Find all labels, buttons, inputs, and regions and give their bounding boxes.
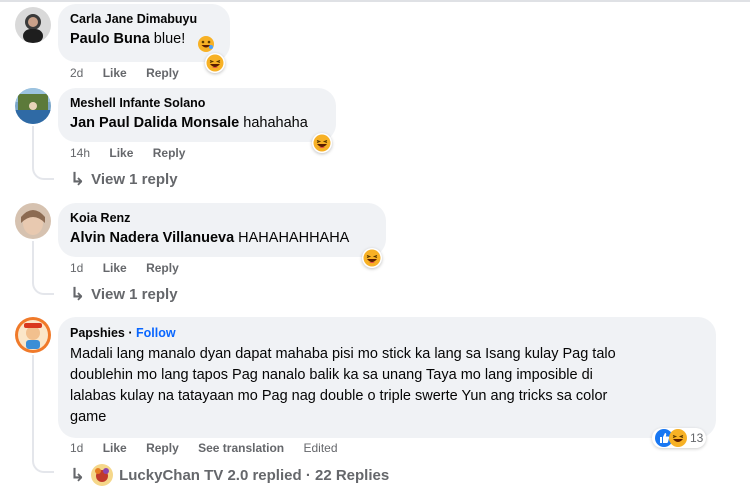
mention-link[interactable]: Alvin Nadera Villanueva bbox=[70, 230, 234, 246]
comment-bubble: Carla Jane Dimabuyu Paulo Buna blue! bbox=[58, 4, 230, 62]
comment-bubble: Meshell Infante Solano Jan Paul Dalida M… bbox=[58, 88, 336, 142]
thread-connector bbox=[32, 166, 54, 180]
view-replies-button[interactable]: ↳ LuckyChan TV 2.0 replied · 22 Replies bbox=[70, 464, 389, 486]
edited-label: Edited bbox=[303, 441, 338, 455]
comment-text-line: doublehin mo lang tapos Pag nanalo balik… bbox=[70, 367, 593, 383]
thread-line bbox=[32, 355, 34, 459]
author-row: Papshies · Follow bbox=[70, 326, 176, 340]
avatar[interactable] bbox=[15, 88, 51, 124]
comment-text-line: Madali lang manalo dyan dapat mahaba pis… bbox=[70, 346, 616, 362]
comment-bubble: Papshies · Follow Madali lang manalo dya… bbox=[58, 317, 716, 438]
comment-text: Paulo Buna blue! bbox=[70, 31, 186, 47]
comment-text: Alvin Nadera Villanueva HAHAHAHHAHA bbox=[70, 230, 350, 246]
comment-author[interactable]: Koia Renz bbox=[70, 210, 374, 226]
view-replies-label: LuckyChan TV 2.0 replied · 22 Replies bbox=[119, 466, 390, 484]
haha-emoji-icon[interactable] bbox=[205, 53, 225, 73]
see-translation-button[interactable]: See translation bbox=[198, 441, 284, 455]
reply-button[interactable]: Reply bbox=[153, 146, 186, 160]
comment-bubble: Koia Renz Alvin Nadera Villanueva HAHAHA… bbox=[58, 203, 386, 257]
mention-link[interactable]: Paulo Buna bbox=[70, 31, 150, 47]
haha-emoji-icon[interactable] bbox=[362, 248, 382, 268]
view-replies-label: View 1 reply bbox=[91, 170, 178, 188]
reply-arrow-icon: ↳ bbox=[70, 465, 86, 485]
thread-connector bbox=[32, 281, 54, 295]
reply-arrow-icon: ↳ bbox=[70, 169, 86, 189]
inline-emoji-icon bbox=[197, 35, 215, 53]
comment-text: Jan Paul Dalida Monsale hahahaha bbox=[70, 115, 308, 131]
comment-meta: 1d Like Reply bbox=[70, 260, 195, 276]
timestamp[interactable]: 14h bbox=[70, 146, 90, 160]
like-button[interactable]: Like bbox=[103, 66, 127, 80]
replier-avatar bbox=[91, 464, 114, 486]
like-button[interactable]: Like bbox=[103, 441, 127, 455]
timestamp[interactable]: 2d bbox=[70, 66, 83, 80]
like-button[interactable]: Like bbox=[103, 261, 127, 275]
avatar[interactable] bbox=[15, 7, 51, 43]
comment-author[interactable]: Carla Jane Dimabuyu bbox=[70, 11, 218, 27]
reply-button[interactable]: Reply bbox=[146, 441, 179, 455]
comment-author[interactable]: Meshell Infante Solano bbox=[70, 95, 324, 111]
thread-connector bbox=[32, 459, 54, 473]
thread-line bbox=[32, 126, 34, 166]
reply-arrow-icon: ↳ bbox=[70, 284, 86, 304]
avatar[interactable] bbox=[15, 203, 51, 239]
reply-button[interactable]: Reply bbox=[146, 261, 179, 275]
follow-button[interactable]: Follow bbox=[136, 326, 176, 340]
comment-text-line: game bbox=[70, 409, 107, 425]
reaction-count: 13 bbox=[690, 431, 704, 445]
mention-link[interactable]: Jan Paul Dalida Monsale bbox=[70, 115, 239, 131]
timestamp[interactable]: 1d bbox=[70, 441, 83, 455]
reply-button[interactable]: Reply bbox=[146, 66, 179, 80]
comment-meta: 1d Like Reply See translation Edited bbox=[70, 440, 354, 456]
reactions-summary[interactable]: 13 bbox=[652, 428, 707, 448]
comment-meta: 14h Like Reply bbox=[70, 145, 201, 161]
timestamp[interactable]: 1d bbox=[70, 261, 83, 275]
view-replies-button[interactable]: ↳ View 1 reply bbox=[70, 170, 178, 188]
comment-meta: 2d Like Reply bbox=[70, 65, 195, 81]
top-divider bbox=[0, 0, 750, 2]
avatar[interactable] bbox=[15, 317, 51, 353]
comment-text-line: lalabas kulay na tatayaan mo Pag nag dou… bbox=[70, 388, 608, 404]
view-replies-button[interactable]: ↳ View 1 reply bbox=[70, 285, 178, 303]
like-button[interactable]: Like bbox=[109, 146, 133, 160]
thread-line bbox=[32, 241, 34, 281]
comment-author[interactable]: Papshies bbox=[70, 326, 125, 340]
view-replies-label: View 1 reply bbox=[91, 285, 178, 303]
haha-emoji-icon[interactable] bbox=[312, 133, 332, 153]
haha-emoji-icon bbox=[669, 429, 687, 447]
